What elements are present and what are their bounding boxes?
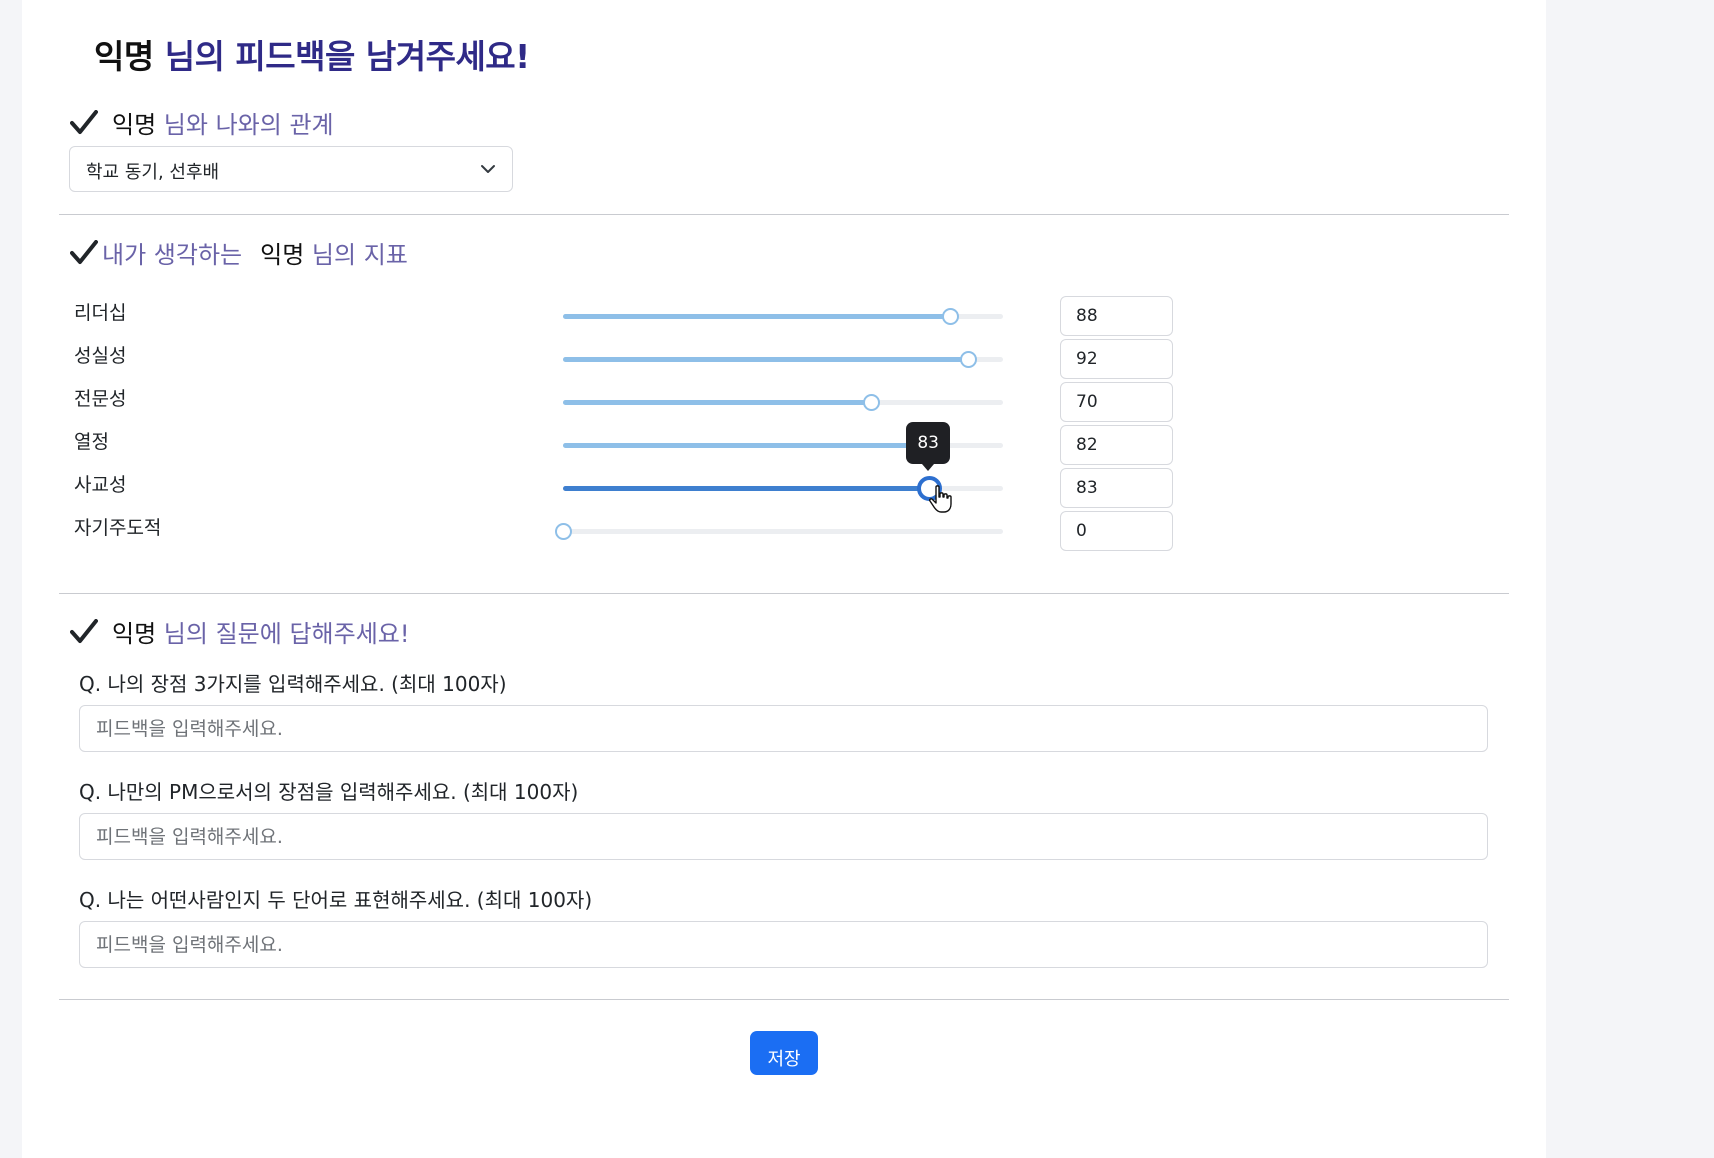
metric-label: 사교성 — [74, 474, 127, 496]
metric-slider-fill — [563, 486, 929, 491]
divider — [59, 214, 1509, 215]
answer-input-3[interactable] — [79, 921, 1488, 968]
metric-slider-thumb[interactable] — [942, 308, 960, 325]
check-icon — [70, 240, 98, 264]
page-title: 익명 님의 피드백을 남겨주세요! — [94, 30, 530, 78]
relationship-heading-name: 익명 — [112, 111, 157, 139]
metric-value-input[interactable]: 88 — [1060, 296, 1173, 336]
answer-input-2[interactable] — [79, 813, 1488, 860]
feedback-panel: 익명 님의 피드백을 남겨주세요! 익명 님와 나와의 관계 학교 동기, 선후… — [22, 0, 1546, 1158]
title-name: 익명 — [94, 37, 154, 76]
metric-label: 리더십 — [74, 302, 127, 324]
questions-heading-name: 익명 — [112, 620, 157, 648]
answer-input-1[interactable] — [79, 705, 1488, 752]
metric-label: 자기주도적 — [74, 517, 162, 539]
metric-slider[interactable] — [555, 523, 1003, 540]
divider — [59, 593, 1509, 594]
metric-label: 성실성 — [74, 345, 127, 367]
metrics-heading-prefix: 내가 생각하는 — [102, 241, 243, 269]
check-icon — [70, 619, 98, 643]
relationship-heading-text: 님와 나와의 관계 — [156, 111, 334, 139]
question-label-2: Q. 나만의 PM으로서의 장점을 입력해주세요. (최대 100자) — [79, 780, 579, 804]
metrics-heading: 내가 생각하는 익명 님의 지표 — [70, 235, 408, 270]
relationship-heading: 익명 님와 나와의 관계 — [70, 105, 334, 140]
metric-value-input[interactable]: 92 — [1060, 339, 1173, 379]
metric-value-input[interactable]: 0 — [1060, 511, 1173, 551]
save-button[interactable]: 저장 — [750, 1031, 818, 1075]
metric-slider-thumb[interactable] — [555, 523, 572, 540]
metric-slider-thumb[interactable] — [959, 351, 977, 368]
metric-value-input[interactable]: 83 — [1060, 468, 1173, 508]
metric-slider[interactable] — [563, 394, 1003, 411]
check-icon — [70, 110, 98, 134]
metrics-heading-text: 님의 지표 — [304, 241, 408, 269]
metric-label: 전문성 — [74, 388, 127, 410]
questions-heading: 익명 님의 질문에 답해주세요! — [70, 614, 409, 649]
divider — [59, 999, 1509, 1000]
metric-slider-thumb[interactable] — [863, 394, 880, 411]
metric-slider[interactable] — [563, 308, 1003, 325]
question-label-1: Q. 나의 장점 3가지를 입력해주세요. (최대 100자) — [79, 672, 507, 696]
metric-slider-fill — [563, 314, 951, 319]
metric-slider-fill — [563, 357, 968, 362]
relationship-select[interactable]: 학교 동기, 선후배 — [69, 146, 513, 192]
metrics-heading-name: 익명 — [260, 241, 305, 269]
questions-heading-text: 님의 질문에 답해주세요! — [156, 620, 410, 648]
metric-slider[interactable] — [563, 351, 1003, 368]
relationship-select-value: 학교 동기, 선후배 — [86, 162, 220, 183]
metric-label: 열정 — [74, 431, 109, 453]
metric-slider-fill — [563, 400, 871, 405]
metric-value-input[interactable]: 82 — [1060, 425, 1173, 465]
hand-cursor-icon — [929, 485, 952, 513]
metric-slider[interactable]: 83 — [563, 422, 1003, 513]
metric-value-input[interactable]: 70 — [1060, 382, 1173, 422]
chevron-down-icon — [481, 165, 495, 173]
metric-slider-fill — [563, 443, 924, 448]
question-label-3: Q. 나는 어떤사람인지 두 단어로 표현해주세요. (최대 100자) — [79, 888, 593, 912]
slider-tooltip: 83 — [906, 422, 951, 471]
title-text: 님의 피드백을 남겨주세요! — [153, 37, 530, 76]
